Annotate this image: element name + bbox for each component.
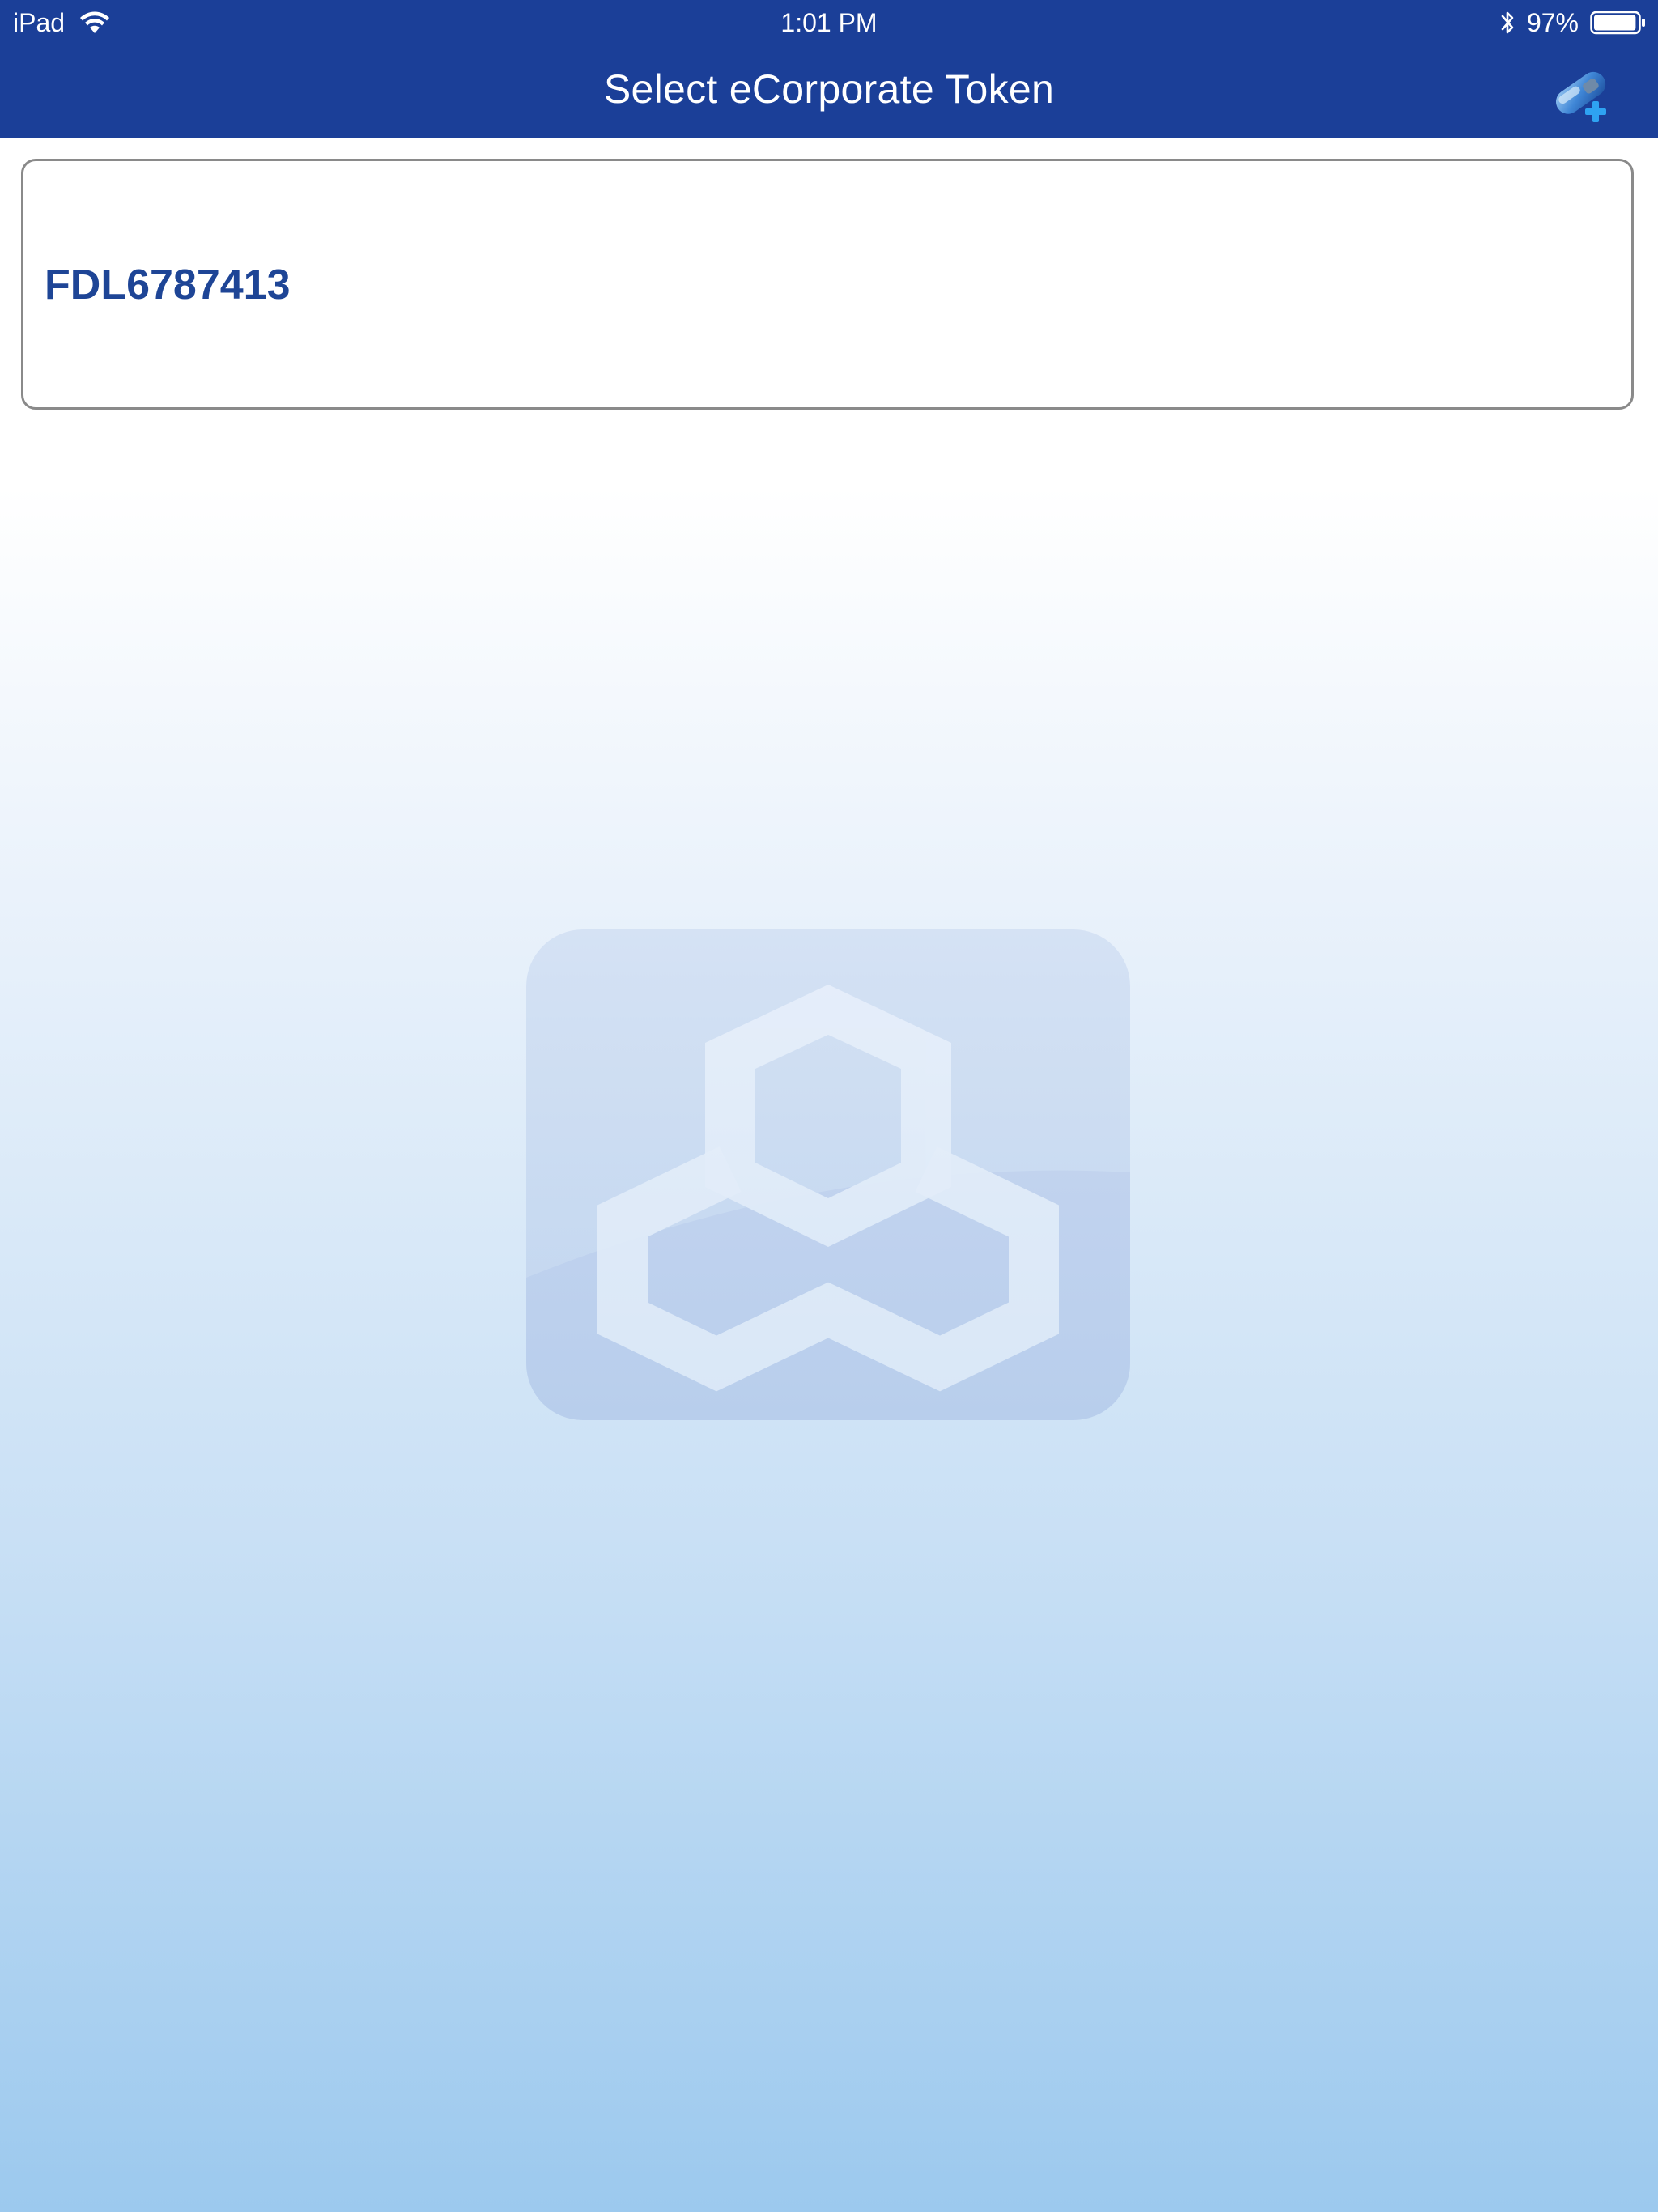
nav-title: Select eCorporate Token [603, 66, 1055, 112]
top-bar: iPad 1:01 PM 97% Select eCorporate Token [0, 0, 1658, 138]
token-id: FDL6787413 [45, 262, 291, 308]
nav-bar: Select eCorporate Token [0, 44, 1658, 138]
battery-fill [1594, 15, 1636, 31]
add-token-icon [1556, 71, 1606, 122]
battery-percent: 97% [1526, 8, 1579, 37]
status-bar: iPad 1:01 PM 97% [0, 0, 1658, 44]
add-token-button[interactable] [1548, 60, 1616, 128]
token-list-item[interactable]: FDL6787413 [21, 159, 1634, 410]
status-time: 1:01 PM [780, 8, 878, 37]
battery-icon [1590, 11, 1645, 35]
status-right: 97% [1499, 6, 1647, 39]
bluetooth-icon [1501, 11, 1514, 34]
bank-logo-icon [526, 929, 1130, 1420]
